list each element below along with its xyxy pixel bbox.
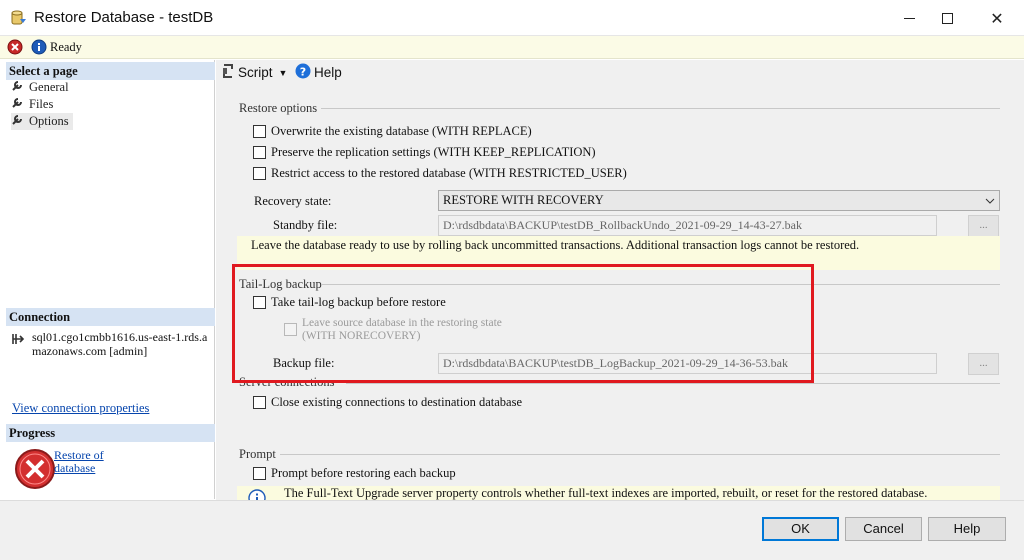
leave-source-checkbox[interactable] xyxy=(284,323,297,336)
sidebar-item-label: Files xyxy=(29,97,54,111)
chevron-down-icon xyxy=(985,193,995,208)
take-tail-log-label: Take tail-log backup before restore xyxy=(271,295,446,309)
standby-file-label: Standby file: xyxy=(273,218,338,232)
window-title: Restore Database - testDB xyxy=(34,9,214,26)
prompt-group-label: Prompt xyxy=(239,447,276,461)
take-tail-log-row[interactable]: Take tail-log backup before restore xyxy=(253,295,446,310)
info-icon xyxy=(31,39,47,59)
restore-options-group-label: Restore options xyxy=(239,101,318,115)
maximize-icon xyxy=(941,12,953,24)
close-icon: ✕ xyxy=(990,8,1004,28)
select-page-header: Select a page xyxy=(6,62,215,80)
ok-button[interactable]: OK xyxy=(762,517,839,541)
close-connections-checkbox[interactable] xyxy=(253,396,266,409)
standby-browse-button[interactable]: ... xyxy=(968,215,999,237)
restrict-access-checkbox[interactable] xyxy=(253,167,266,180)
stop-icon xyxy=(7,39,23,59)
sidebar-item-label: General xyxy=(29,80,69,94)
minimize-icon xyxy=(903,17,915,19)
overwrite-checkbox-row[interactable]: Overwrite the existing database (WITH RE… xyxy=(253,124,532,139)
preserve-replication-row[interactable]: Preserve the replication settings (WITH … xyxy=(253,145,596,160)
left-panel: Select a page General Files Options Conn… xyxy=(6,60,215,499)
connection-server: sql01.cgo1cmbb1616.us-east-1.rds.a xyxy=(32,330,208,344)
status-text: Ready xyxy=(50,40,82,54)
progress-header: Progress xyxy=(6,424,215,442)
maximize-button[interactable] xyxy=(924,0,970,36)
wrench-icon xyxy=(11,97,25,113)
sidebar-item-files[interactable]: Files xyxy=(11,96,53,113)
status-bar: Ready xyxy=(0,36,1024,59)
help-toolbar-button[interactable]: ? Help xyxy=(295,63,342,82)
restrict-access-label: Restrict access to the restored database… xyxy=(271,166,627,180)
fulltext-info-note: The Full-Text Upgrade server property co… xyxy=(237,486,1000,500)
restore-progress-link-cont[interactable]: database xyxy=(54,461,95,476)
error-icon xyxy=(14,448,56,494)
server-connection-icon xyxy=(11,332,25,350)
sidebar-item-general[interactable]: General xyxy=(11,79,69,96)
recovery-state-select[interactable]: RESTORE WITH RECOVERY xyxy=(438,190,1000,211)
svg-text:?: ? xyxy=(300,66,306,79)
recovery-state-label: Recovery state: xyxy=(254,194,332,208)
help-icon: ? xyxy=(295,63,311,82)
script-button[interactable]: Script ▼ xyxy=(221,63,287,82)
preserve-replication-label: Preserve the replication settings (WITH … xyxy=(271,145,596,159)
sidebar-item-options[interactable]: Options xyxy=(11,113,73,130)
recovery-state-value: RESTORE WITH RECOVERY xyxy=(443,193,604,207)
title-bar: Restore Database - testDB ✕ xyxy=(0,0,1024,36)
script-label: Script xyxy=(238,65,273,80)
dialog-footer: OK Cancel Help xyxy=(0,500,1024,560)
prompt-before-row[interactable]: Prompt before restoring each backup xyxy=(253,466,456,481)
options-panel: Script ▼ ? Help Restore options Overwrit… xyxy=(216,60,1024,500)
close-connections-row[interactable]: Close existing connections to destinatio… xyxy=(253,395,522,410)
tail-log-group-label: Tail-Log backup xyxy=(239,277,322,291)
leave-source-label-cont: (WITH NORECOVERY) xyxy=(302,330,421,342)
standby-file-input[interactable]: D:\rdsdbdata\BACKUP\testDB_RollbackUndo_… xyxy=(438,215,937,236)
connection-server-cont: mazonaws.com [admin] xyxy=(32,344,148,358)
database-restore-icon xyxy=(10,9,28,27)
sidebar-item-label: Options xyxy=(29,114,69,128)
help-label: Help xyxy=(314,65,342,80)
overwrite-checkbox[interactable] xyxy=(253,125,266,138)
help-button[interactable]: Help xyxy=(928,517,1006,541)
backup-file-input[interactable]: D:\rdsdbdata\BACKUP\testDB_LogBackup_202… xyxy=(438,353,937,374)
cancel-button[interactable]: Cancel xyxy=(845,517,922,541)
preserve-replication-checkbox[interactable] xyxy=(253,146,266,159)
prompt-before-label: Prompt before restoring each backup xyxy=(271,466,456,480)
tail-log-divider xyxy=(322,284,1000,285)
prompt-divider xyxy=(280,454,1000,455)
overwrite-label: Overwrite the existing database (WITH RE… xyxy=(271,124,532,138)
restore-options-divider xyxy=(321,108,1000,109)
backup-file-browse-button[interactable]: ... xyxy=(968,353,999,375)
view-connection-properties-link[interactable]: View connection properties xyxy=(12,401,149,416)
fulltext-info-text: The Full-Text Upgrade server property co… xyxy=(284,486,928,500)
info-icon xyxy=(248,489,266,500)
take-tail-log-checkbox[interactable] xyxy=(253,296,266,309)
server-connections-divider xyxy=(346,383,1000,384)
leave-source-label: Leave source database in the restoring s… xyxy=(302,317,502,329)
prompt-before-checkbox[interactable] xyxy=(253,467,266,480)
restrict-access-row[interactable]: Restrict access to the restored database… xyxy=(253,166,627,181)
close-connections-label: Close existing connections to destinatio… xyxy=(271,395,522,409)
backup-file-label: Backup file: xyxy=(273,356,335,370)
wrench-icon xyxy=(11,114,25,130)
connection-header: Connection xyxy=(6,308,215,326)
recovery-description-note: Leave the database ready to use by rolli… xyxy=(237,236,1000,270)
server-connections-group-label: Server connections xyxy=(239,375,335,389)
chevron-down-icon: ▼ xyxy=(278,67,288,78)
wrench-icon xyxy=(11,80,25,96)
close-button[interactable]: ✕ xyxy=(974,0,1020,36)
script-icon xyxy=(221,63,235,82)
